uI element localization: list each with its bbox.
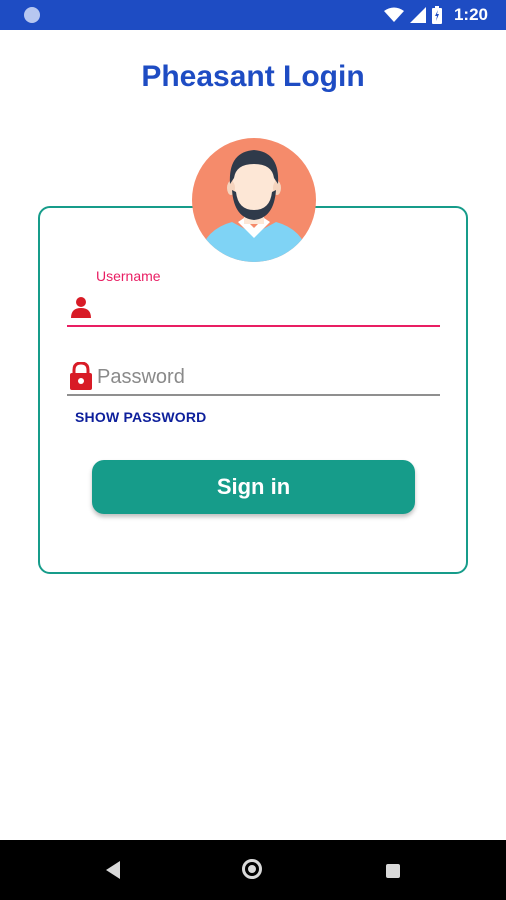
password-input[interactable] <box>97 364 427 390</box>
recents-icon[interactable] <box>386 864 400 878</box>
show-password-button[interactable]: SHOW PASSWORD <box>75 409 206 425</box>
battery-icon <box>431 6 442 24</box>
wifi-icon <box>383 7 404 22</box>
password-underline <box>67 394 440 396</box>
username-label: Username <box>96 268 161 284</box>
lock-icon <box>70 362 92 390</box>
back-icon[interactable] <box>104 860 122 880</box>
signal-icon <box>409 7 426 23</box>
home-icon[interactable] <box>242 859 262 879</box>
username-underline <box>67 325 440 327</box>
status-icons: 1:20 <box>383 0 488 30</box>
status-time: 1:20 <box>453 5 488 24</box>
page-title: Pheasant Login <box>141 60 365 93</box>
avatar <box>192 138 316 262</box>
status-bar: 1:20 <box>0 0 506 30</box>
avatar-person-icon <box>198 150 310 262</box>
sign-in-button[interactable]: Sign in <box>92 460 415 514</box>
circle-icon <box>24 7 40 23</box>
username-input[interactable] <box>97 296 431 324</box>
person-icon <box>71 297 91 318</box>
